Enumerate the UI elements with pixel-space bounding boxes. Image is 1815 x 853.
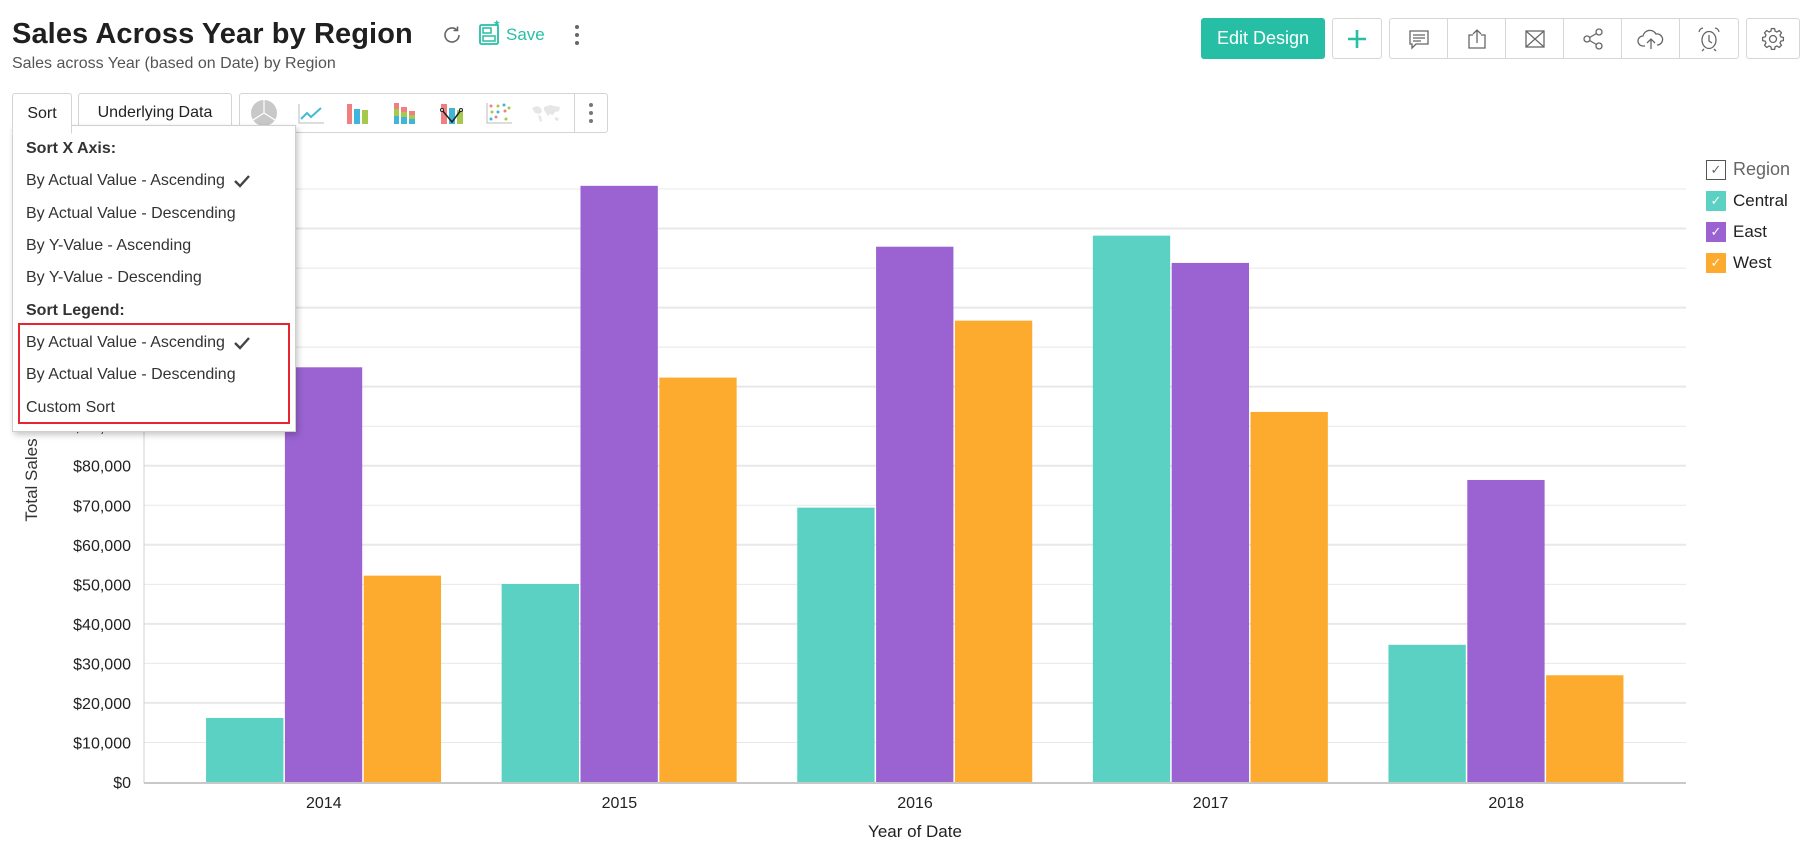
- y-tick-label: $60,000: [73, 538, 131, 555]
- sort-x-yvalue-asc[interactable]: By Y-Value - Ascending: [26, 237, 286, 255]
- bar-east-2017[interactable]: [1171, 262, 1250, 782]
- bar-west-2015[interactable]: [659, 377, 737, 782]
- menu-item-label: By Actual Value - Descending: [26, 205, 236, 222]
- y-tick-label: $30,000: [73, 656, 131, 673]
- check-icon: [233, 174, 251, 188]
- checkbox-icon: ✓: [1706, 190, 1726, 211]
- y-axis-title: Total Sales: [22, 438, 41, 521]
- y-tick-label: $20,000: [73, 696, 131, 713]
- tab-sort[interactable]: Sort: [12, 93, 72, 134]
- legend-label: East: [1733, 221, 1768, 241]
- legend-item-central[interactable]: ✓ Central: [1706, 185, 1790, 216]
- bar-west-2017[interactable]: [1250, 411, 1328, 782]
- x-tick-label: 2015: [602, 795, 638, 812]
- sort-legend-actual-desc[interactable]: By Actual Value - Descending: [26, 366, 286, 384]
- legend-title-toggle[interactable]: ✓ Region: [1706, 154, 1790, 185]
- bar-central-2017[interactable]: [1092, 235, 1171, 782]
- x-axis-title: Year of Date: [868, 822, 962, 841]
- x-tick-label: 2017: [1193, 795, 1229, 812]
- menu-item-label: By Actual Value - Descending: [26, 366, 236, 383]
- bar-west-2018[interactable]: [1546, 675, 1624, 782]
- sort-x-actual-desc[interactable]: By Actual Value - Descending: [26, 205, 286, 223]
- x-axis-tick-labels: 2014 2015 2016 2017 2018: [306, 795, 1524, 812]
- bar-east-2015[interactable]: [580, 185, 658, 782]
- bar-east-2014[interactable]: [284, 367, 363, 782]
- bar-central-2014[interactable]: [206, 717, 284, 782]
- y-tick-label: $80,000: [73, 459, 131, 476]
- check-icon: [233, 336, 251, 350]
- legend-label: Central: [1733, 190, 1788, 210]
- x-tick-label: 2014: [306, 795, 342, 812]
- menu-item-label: By Actual Value - Ascending: [26, 172, 225, 189]
- bars: [206, 185, 1624, 782]
- legend-label: West: [1733, 252, 1772, 272]
- menu-item-label: Custom Sort: [26, 399, 115, 416]
- sort-legend-custom[interactable]: Custom Sort: [26, 399, 286, 417]
- sort-x-axis-heading: Sort X Axis:: [26, 140, 117, 157]
- bar-east-2018[interactable]: [1467, 479, 1545, 782]
- legend: ✓ Region ✓ Central ✓ East ✓ West: [1706, 154, 1790, 278]
- checkbox-icon: ✓: [1706, 252, 1726, 273]
- y-tick-label: $70,000: [73, 498, 131, 515]
- checkbox-icon: ✓: [1706, 159, 1726, 180]
- menu-item-label: By Actual Value - Ascending: [26, 334, 225, 351]
- y-tick-label: $0: [113, 775, 131, 792]
- legend-item-west[interactable]: ✓ West: [1706, 247, 1790, 278]
- sort-x-actual-asc[interactable]: By Actual Value - Ascending: [26, 172, 286, 190]
- sort-dropdown-menu: Sort X Axis: By Actual Value - Ascending…: [12, 125, 296, 432]
- y-tick-label: $50,000: [73, 577, 131, 594]
- bar-west-2016[interactable]: [954, 320, 1033, 782]
- x-tick-label: 2018: [1488, 795, 1524, 812]
- bar-central-2016[interactable]: [797, 507, 875, 782]
- bar-east-2016[interactable]: [876, 246, 954, 782]
- y-tick-label: $10,000: [73, 735, 131, 752]
- sort-x-yvalue-desc[interactable]: By Y-Value - Descending: [26, 269, 286, 287]
- legend-title: Region: [1733, 159, 1791, 179]
- bar-west-2014[interactable]: [363, 575, 442, 782]
- sort-legend-actual-asc[interactable]: By Actual Value - Ascending: [26, 334, 286, 352]
- menu-item-label: By Y-Value - Descending: [26, 269, 202, 286]
- menu-item-label: By Y-Value - Ascending: [26, 237, 192, 254]
- legend-item-east[interactable]: ✓ East: [1706, 216, 1790, 247]
- y-tick-label: $40,000: [73, 617, 131, 634]
- x-tick-label: 2016: [897, 795, 933, 812]
- sort-legend-heading: Sort Legend:: [26, 302, 125, 319]
- bar-central-2018[interactable]: [1388, 644, 1466, 782]
- checkbox-icon: ✓: [1706, 221, 1726, 242]
- bar-central-2015[interactable]: [501, 583, 579, 782]
